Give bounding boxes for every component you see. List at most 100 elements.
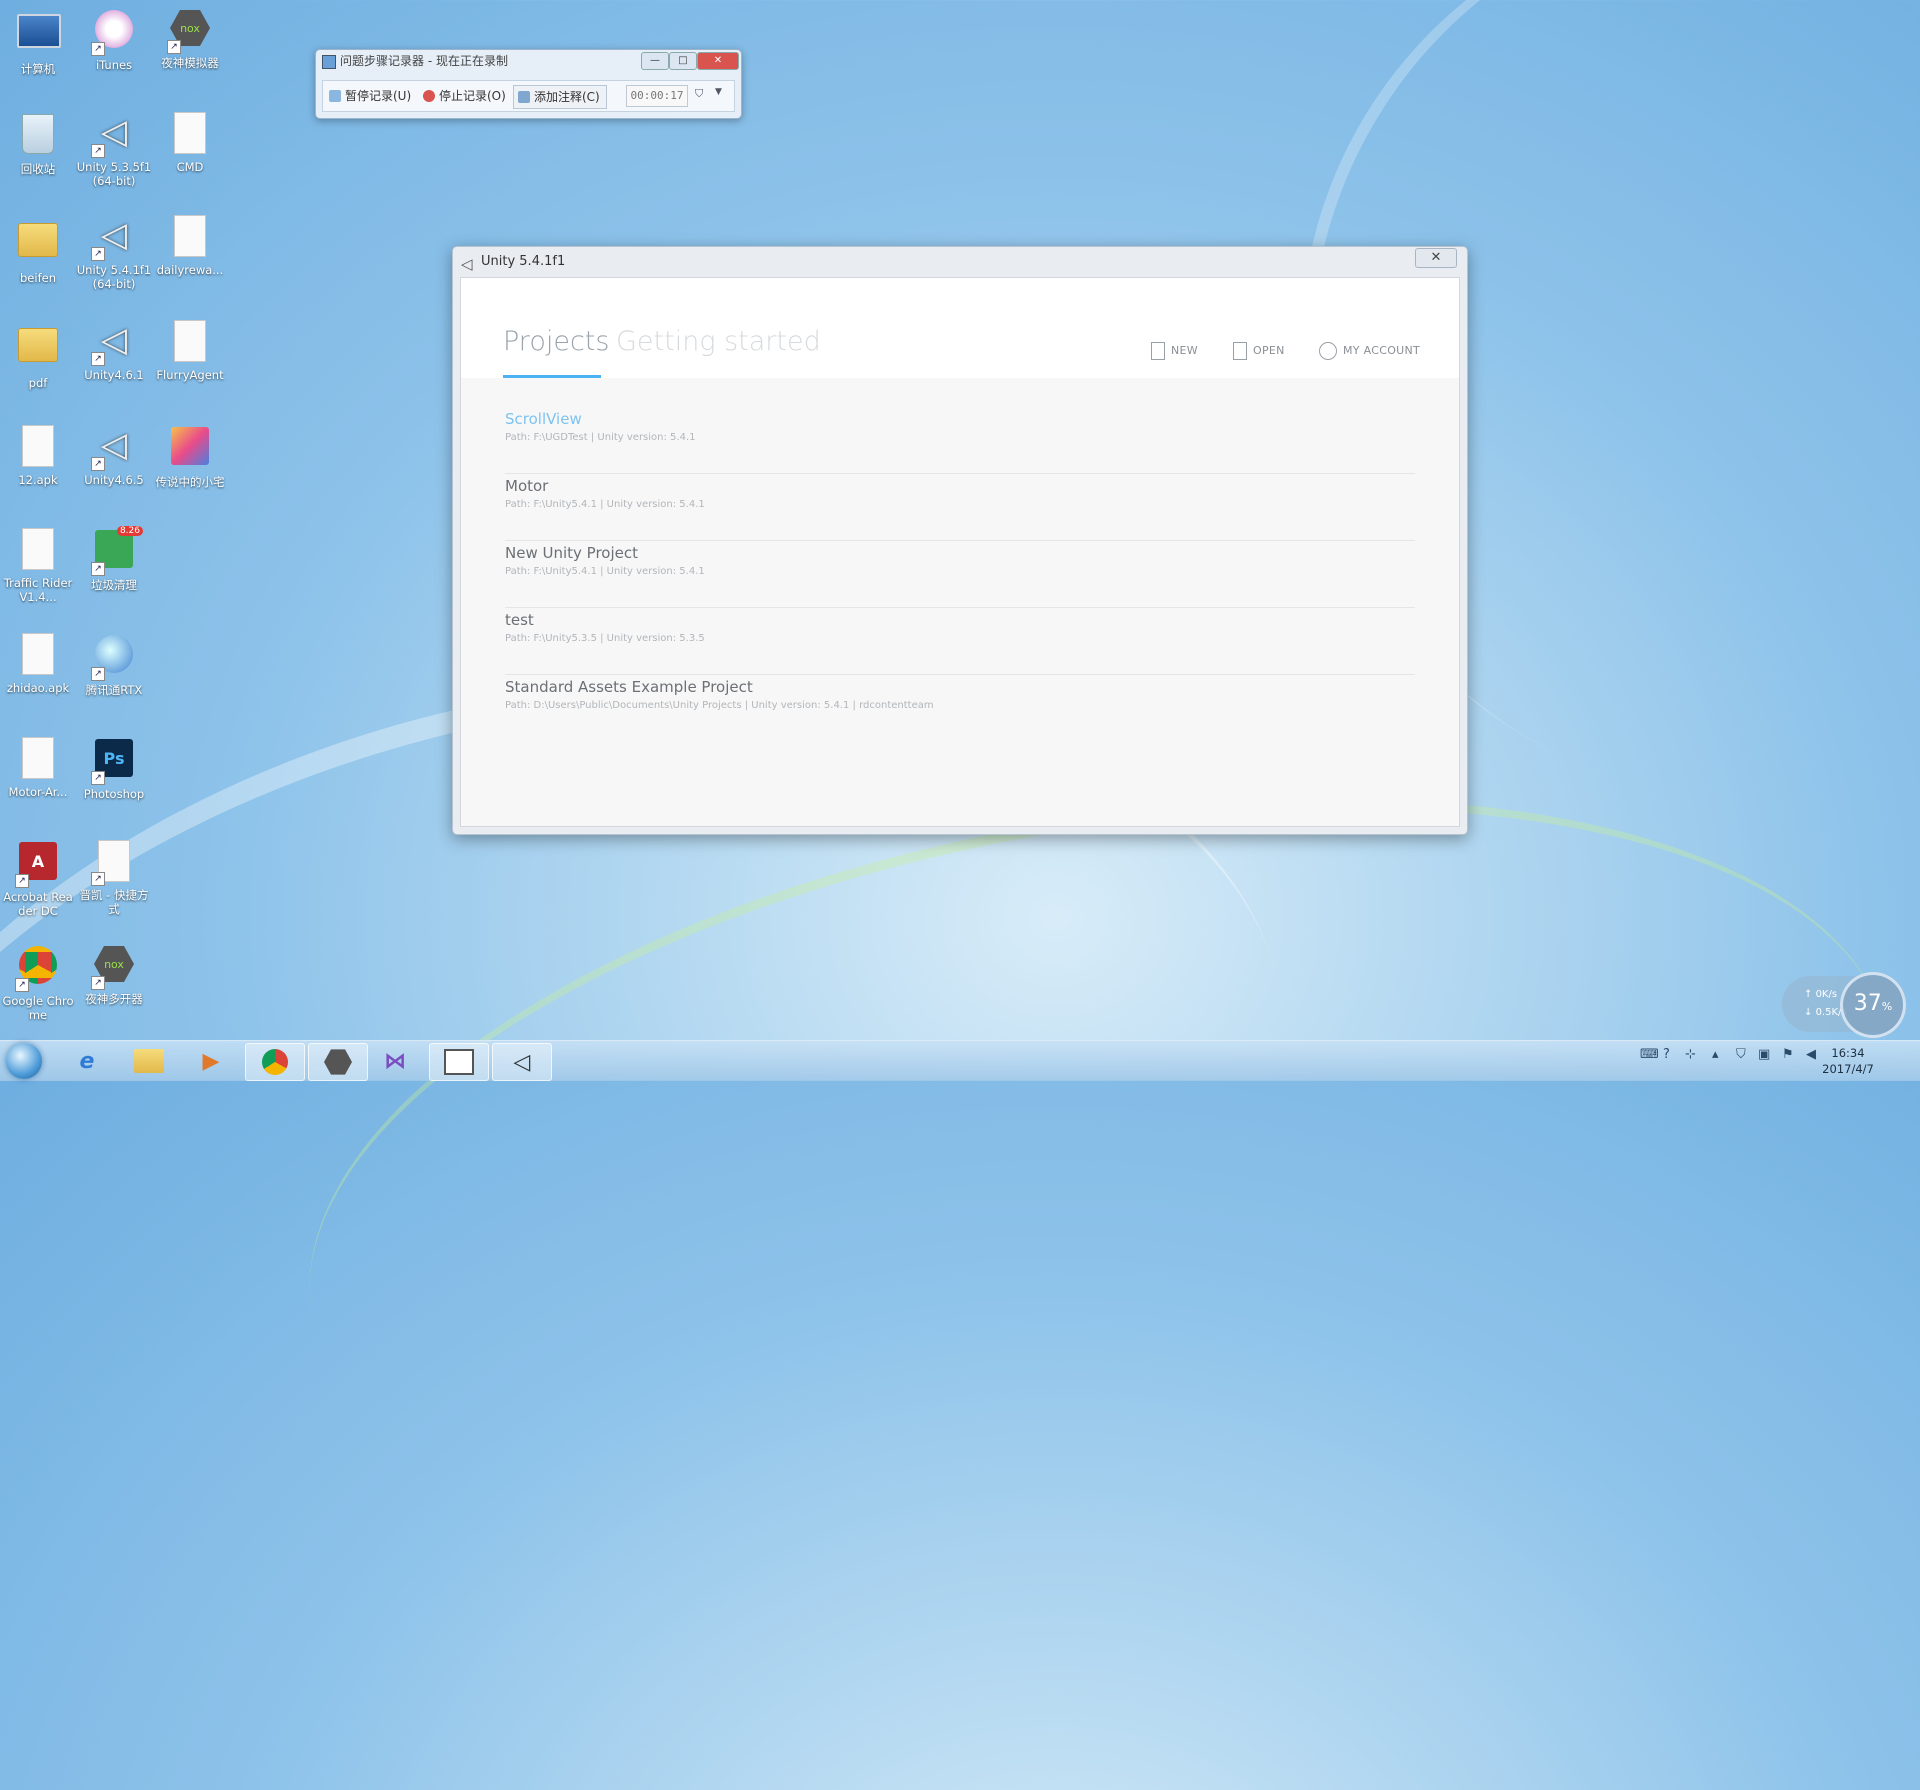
unity-logo-icon: ◁ [461,255,473,273]
close-button[interactable]: ✕ [697,52,739,70]
project-item[interactable]: Motor Path: F:\Unity5.4.1 | Unity versio… [505,475,1415,541]
desktop-icon-pdf[interactable]: pdf [0,320,76,390]
project-item[interactable]: New Unity Project Path: F:\Unity5.4.1 | … [505,542,1415,608]
project-path: Path: F:\Unity5.3.5 | Unity version: 5.3… [505,633,705,644]
desktop-icon-game[interactable]: 传说中的小宅 [152,425,228,489]
open-file-icon [1233,342,1247,360]
tab-projects[interactable]: Projects [503,326,609,357]
clock-time: 16:34 [1831,1046,1865,1060]
flag-icon[interactable]: ⚑ [1782,1047,1794,1062]
chevron-down-icon[interactable]: ▼ [715,87,722,97]
open-project-button[interactable]: OPEN [1233,342,1285,360]
desktop-icon-motor-ar[interactable]: Motor-Ar... [0,737,76,799]
taskbar-internet-explorer[interactable]: e [58,1043,116,1079]
help-icon[interactable]: ? [1663,1047,1670,1062]
shield-icon[interactable]: ⛉ [1736,1047,1746,1062]
start-button[interactable] [6,1043,42,1079]
maximize-button[interactable]: □ [669,52,697,70]
shortcut-arrow-icon: ↗ [91,872,105,886]
stop-record-button[interactable]: 停止记录(O) [419,85,512,107]
add-comment-button[interactable]: 添加注释(C) [513,85,607,109]
steps-recorder-title: 问题步骤记录器 - 现在正在录制 [340,54,508,68]
project-item[interactable]: test Path: F:\Unity5.3.5 | Unity version… [505,609,1415,675]
desktop-icon-acrobat[interactable]: A ↗ Acrobat Reader DC [0,840,76,918]
desktop-icon-chrome[interactable]: ↗ Google Chrome [0,944,76,1022]
taskbar-chrome[interactable] [245,1043,305,1081]
nox-icon [324,1049,352,1075]
folder-icon [134,1049,164,1073]
pause-record-button[interactable]: 暂停记录(U) [325,85,417,107]
desktop-icon-dailyreward[interactable]: dailyrewa... [152,215,228,277]
steps-recorder-titlebar[interactable]: 问题步骤记录器 - 现在正在录制 — □ ✕ [316,50,741,72]
recorder-toolbar: 暂停记录(U) 停止记录(O) 添加注释(C) 00:00:17 ⛉ ▼ [322,80,735,112]
project-name: Motor [505,477,549,495]
keyboard-icon[interactable]: ⌨ [1640,1047,1659,1062]
tab-getting-started[interactable]: Getting started [616,326,821,357]
project-path: Path: F:\Unity5.4.1 | Unity version: 5.4… [505,499,705,510]
shortcut-arrow-icon: ↗ [15,978,29,992]
desktop-icon-jinkai-shortcut[interactable]: ↗ 晋凯 - 快捷方式 [76,840,152,916]
desktop-icon-12apk[interactable]: 12.apk [0,425,76,487]
desktop-icon-unity-465[interactable]: ◁ ↗ Unity4.6.5 [76,425,152,487]
shortcut-arrow-icon: ↗ [91,976,105,990]
taskbar-unity[interactable]: ◁ [492,1043,552,1081]
desktop-icon-rtx[interactable]: ↗ 腾讯通RTX [76,633,152,697]
project-item[interactable]: Standard Assets Example Project Path: D:… [505,676,1415,741]
memory-usage-percent: 37% [1840,972,1906,1038]
taskbar-file-explorer[interactable] [120,1043,178,1079]
recorder-icon [444,1049,474,1075]
shortcut-arrow-icon: ↗ [91,247,105,261]
pin-icon[interactable]: ⊹ [1685,1047,1696,1062]
file-icon [174,320,206,362]
desktop-icon-beifen[interactable]: beifen [0,215,76,285]
taskbar-media-player[interactable]: ▶ [182,1043,240,1079]
file-icon [22,425,54,467]
desktop-icon-recycle-bin[interactable]: 回收站 [0,112,76,176]
shortcut-arrow-icon: ↗ [167,40,181,54]
file-icon [174,112,206,154]
file-icon [174,215,206,257]
desktop-icon-zhidao-apk[interactable]: zhidao.apk [0,633,76,695]
desktop-icon-cmd[interactable]: CMD [152,112,228,174]
recorder-icon [322,55,336,69]
project-name: ScrollView [505,410,582,428]
my-account-button[interactable]: MY ACCOUNT [1319,342,1420,360]
shortcut-arrow-icon: ↗ [91,667,105,681]
network-speed-widget[interactable]: ↑ 0K/s ↓ 0.5K/s 37% [1782,972,1906,1038]
desktop-icon-nox-multi[interactable]: nox ↗ 夜神多开器 [76,944,152,1006]
comment-icon [518,91,530,103]
help-icon[interactable]: ⛉ [695,87,709,101]
desktop-icon-cleanup[interactable]: 8.26 ↗ 垃圾清理 [76,526,152,592]
desktop-icon-photoshop[interactable]: Ps ↗ Photoshop [76,737,152,801]
document-icon [22,737,54,779]
desktop-icon-traffic-rider[interactable]: Traffic RiderV1.4... [0,528,76,604]
project-path: Path: F:\Unity5.4.1 | Unity version: 5.4… [505,566,705,577]
desktop-icon-flurryagent[interactable]: FlurryAgent [152,320,228,382]
unity-titlebar[interactable]: ◁ Unity 5.4.1f1 ✕ [453,247,1467,277]
minimize-button[interactable]: — [641,52,669,70]
show-hidden-icons-icon[interactable]: ▴ [1712,1047,1719,1062]
shortcut-arrow-icon: ↗ [91,457,105,471]
desktop-icon-nox[interactable]: nox ↗ 夜神模拟器 [152,8,228,70]
desktop-icon-unity-541[interactable]: ◁ ↗ Unity 5.4.1f1 (64-bit) [76,215,152,291]
project-item[interactable]: ScrollView Path: F:\UGDTest | Unity vers… [505,408,1415,474]
unity-content: Projects Getting started NEW OPEN MY ACC… [460,277,1460,827]
taskbar-steps-recorder[interactable] [429,1043,489,1081]
taskbar-visual-studio[interactable]: ⋈ [366,1043,424,1079]
recycle-bin-icon [22,114,54,154]
network-icon[interactable]: ▣ [1758,1047,1770,1062]
version-badge: 8.26 [116,526,143,536]
desktop-icon-unity-461[interactable]: ◁ ↗ Unity4.6.1 [76,320,152,382]
desktop-icon-itunes[interactable]: ↗ iTunes [76,8,152,72]
game-icon [171,427,209,465]
close-button[interactable]: ✕ [1415,248,1457,268]
system-clock[interactable]: 16:34 2017/4/7 [1808,1045,1888,1077]
unity-icon: ◁ [513,1049,531,1075]
project-name: New Unity Project [505,544,638,562]
pause-icon [329,90,341,102]
new-project-button[interactable]: NEW [1151,342,1198,360]
folder-icon [18,328,58,362]
taskbar-nox[interactable] [308,1043,368,1081]
desktop-icon-unity-535[interactable]: ◁ ↗ Unity 5.3.5f1 (64-bit) [76,112,152,188]
desktop-icon-computer[interactable]: 计算机 [0,8,76,76]
